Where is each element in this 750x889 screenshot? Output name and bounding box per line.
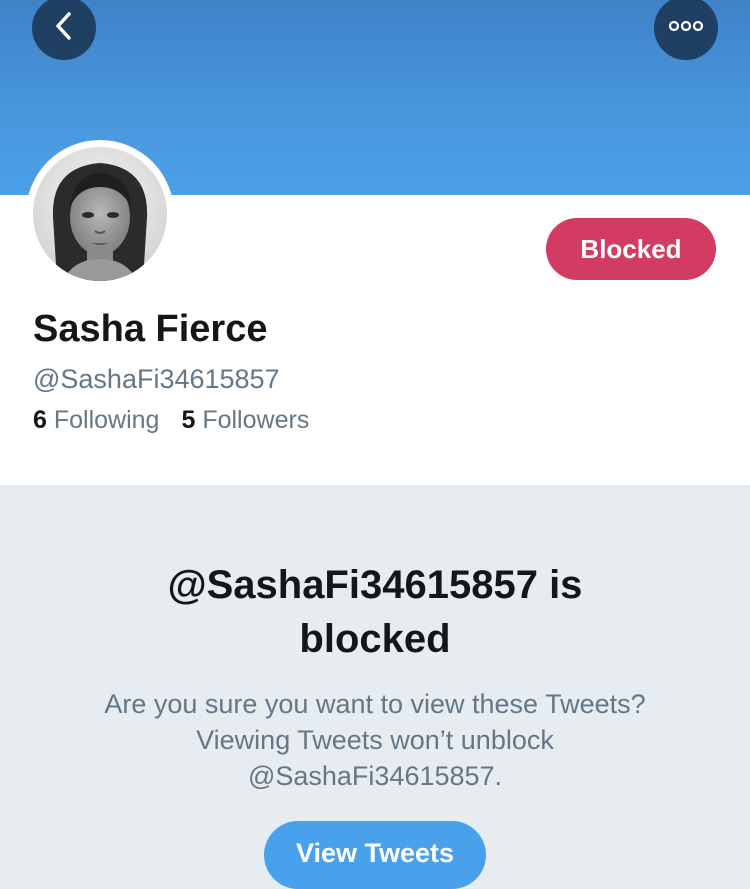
view-tweets-button[interactable]: View Tweets — [264, 821, 486, 889]
blocked-title-line: @SashaFi34615857 is — [167, 563, 583, 607]
following-stat[interactable]: 6 Following — [33, 406, 159, 435]
blocked-desc-line: Are you sure you want to view these Twee… — [104, 689, 646, 719]
profile-stats: 6 Following 5 Followers — [33, 406, 309, 435]
blocked-desc-line: Viewing Tweets won’t unblock — [196, 725, 554, 755]
avatar[interactable] — [33, 147, 167, 281]
blocked-desc-line: @SashaFi34615857. — [247, 761, 503, 791]
blocked-title-line: blocked — [299, 617, 451, 661]
more-horizontal-icon — [668, 19, 704, 37]
chevron-left-icon — [53, 10, 75, 47]
avatar-image — [33, 147, 167, 281]
blocked-button[interactable]: Blocked — [546, 218, 716, 280]
blocked-notice-title: @SashaFi34615857 is blocked — [0, 558, 750, 666]
followers-count: 5 — [181, 406, 196, 434]
display-name: Sasha Fierce — [33, 308, 268, 350]
user-handle: @SashaFi34615857 — [33, 364, 280, 394]
followers-stat[interactable]: 5 Followers — [181, 406, 309, 435]
blocked-notice-panel — [0, 485, 750, 875]
following-label: Following — [53, 406, 160, 434]
blocked-notice-description: Are you sure you want to view these Twee… — [0, 686, 750, 794]
following-count: 6 — [33, 406, 47, 434]
followers-label: Followers — [202, 406, 310, 434]
